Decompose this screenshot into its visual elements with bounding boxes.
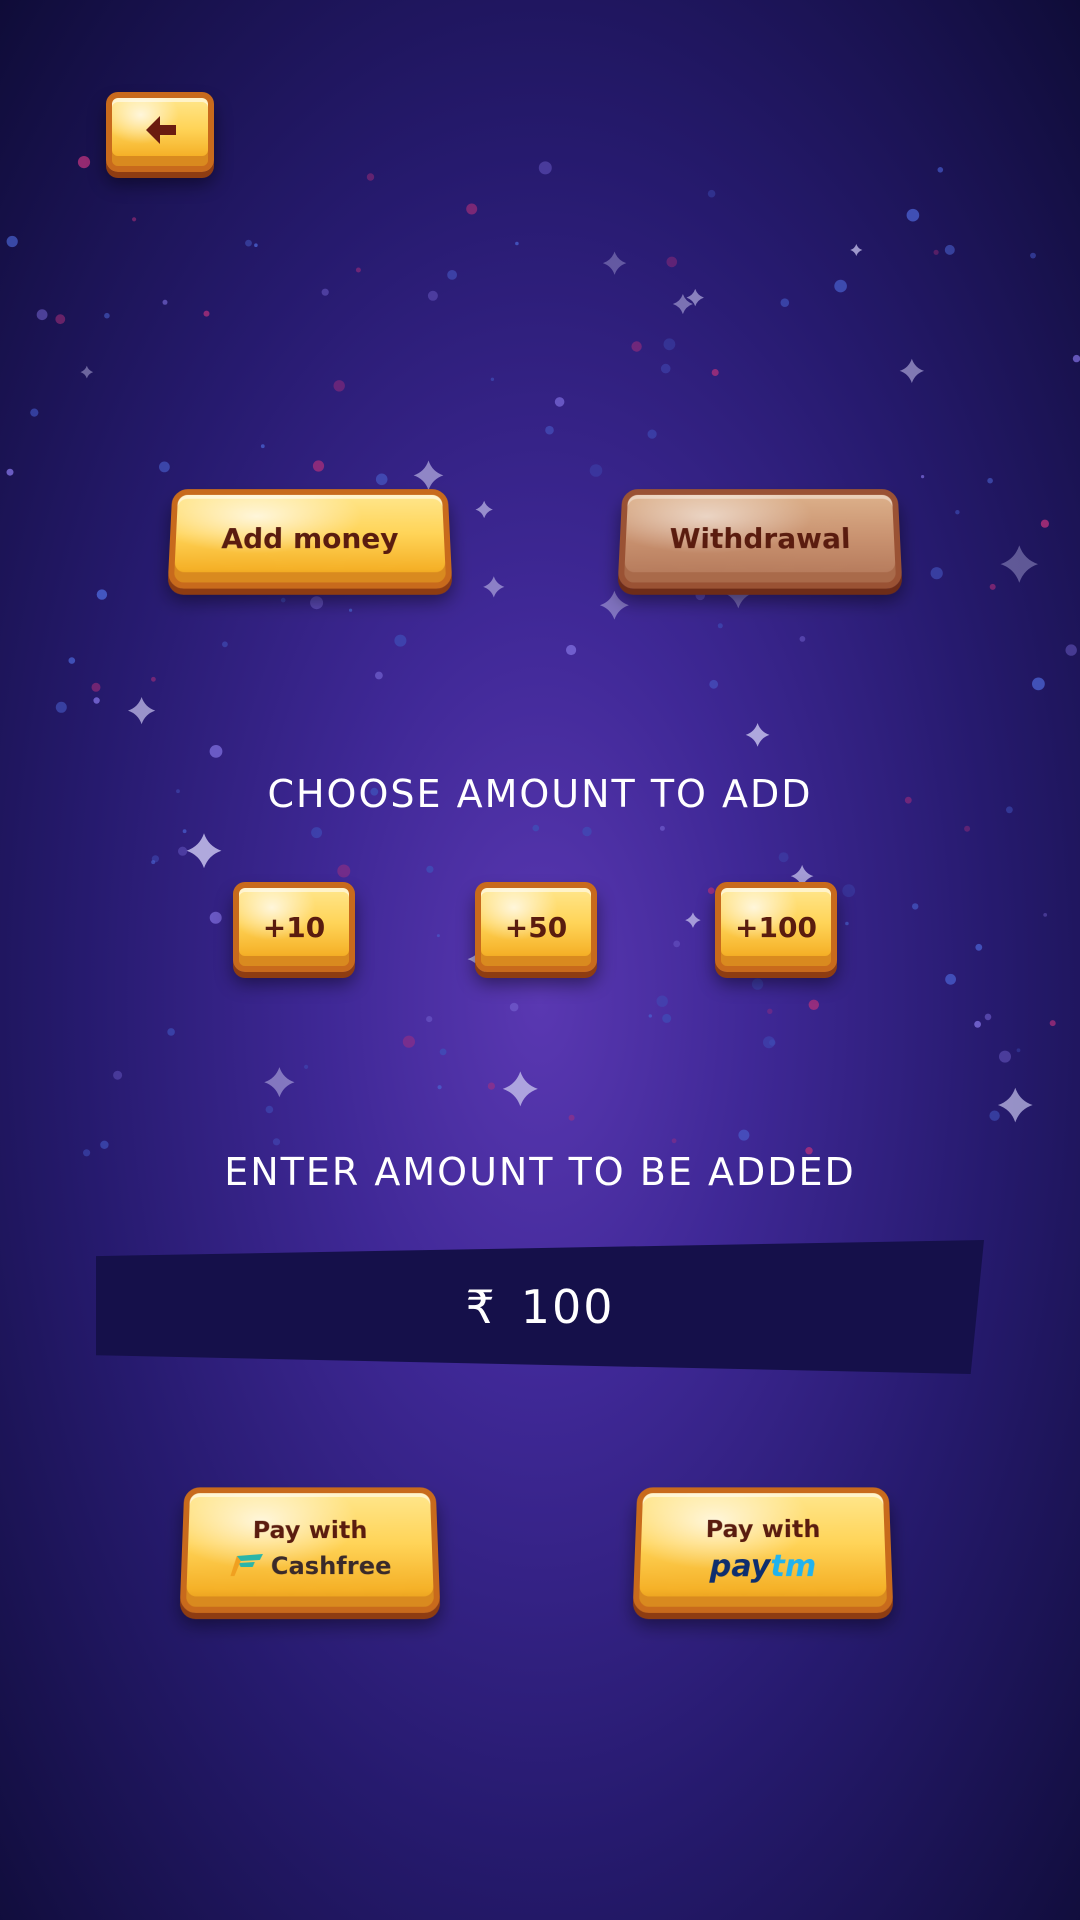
withdrawal-label: Withdrawal: [669, 521, 851, 555]
chip-label: +100: [735, 910, 817, 944]
rupee-icon: ₹: [465, 1280, 495, 1334]
cashfree-logo-icon: [228, 1550, 265, 1582]
amount-chip-10[interactable]: +10: [233, 882, 355, 972]
pay-with-label: Pay with: [705, 1514, 821, 1543]
amount-value: 100: [520, 1280, 615, 1334]
chip-label: +50: [504, 910, 568, 944]
add-money-tab[interactable]: Add money: [167, 489, 453, 589]
paytm-logo-pay: pay: [709, 1548, 771, 1584]
pay-with-label: Pay with: [252, 1516, 368, 1545]
pay-with-cashfree-button[interactable]: Pay with Cashfree: [179, 1487, 441, 1613]
choose-amount-title: CHOOSE AMOUNT TO ADD: [267, 772, 813, 816]
amount-input[interactable]: ₹ 100: [96, 1240, 984, 1374]
paytm-logo-tm: tm: [770, 1548, 817, 1584]
cashfree-brand: Cashfree: [228, 1550, 392, 1582]
paytm-logo: paytm: [709, 1549, 816, 1584]
amount-chip-50[interactable]: +50: [475, 882, 597, 972]
withdrawal-tab[interactable]: Withdrawal: [617, 489, 903, 589]
chip-label: +10: [262, 910, 326, 944]
amount-chip-100[interactable]: +100: [715, 882, 837, 972]
back-arrow-icon: [138, 108, 182, 156]
add-money-label: Add money: [220, 521, 400, 555]
back-button[interactable]: [106, 92, 214, 172]
pay-with-paytm-button[interactable]: Pay with paytm: [632, 1487, 894, 1613]
enter-amount-title: ENTER AMOUNT TO BE ADDED: [224, 1150, 856, 1194]
cashfree-name: Cashfree: [270, 1551, 392, 1581]
